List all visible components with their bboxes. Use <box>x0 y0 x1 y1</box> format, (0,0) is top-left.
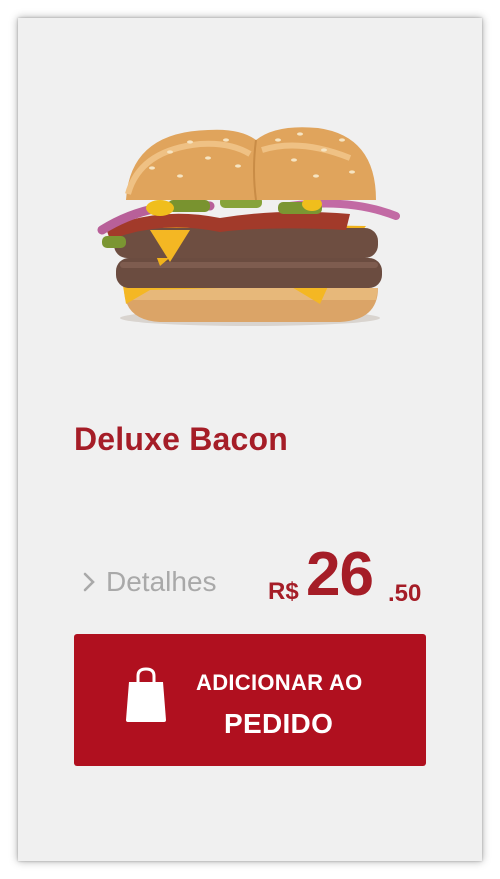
product-title: Deluxe Bacon <box>74 421 289 457</box>
shopping-bag-icon <box>126 667 166 722</box>
price-integer: 26 <box>306 540 374 609</box>
burger-image[interactable] <box>80 110 400 330</box>
details-link[interactable]: Detalhes <box>80 566 217 598</box>
add-to-order-button[interactable]: ADICIONAR AO PEDIDO <box>74 634 426 766</box>
add-button-line2: PEDIDO <box>224 708 334 739</box>
price-currency: R$ <box>268 578 299 605</box>
chevron-right-icon <box>83 572 95 592</box>
details-label: Detalhes <box>106 566 217 597</box>
add-button-line1: ADICIONAR AO <box>196 670 363 695</box>
product-card: Deluxe Bacon Detalhes R$ 26 .50 ADICIONA… <box>18 18 482 861</box>
price-decimal: .50 <box>388 580 422 607</box>
